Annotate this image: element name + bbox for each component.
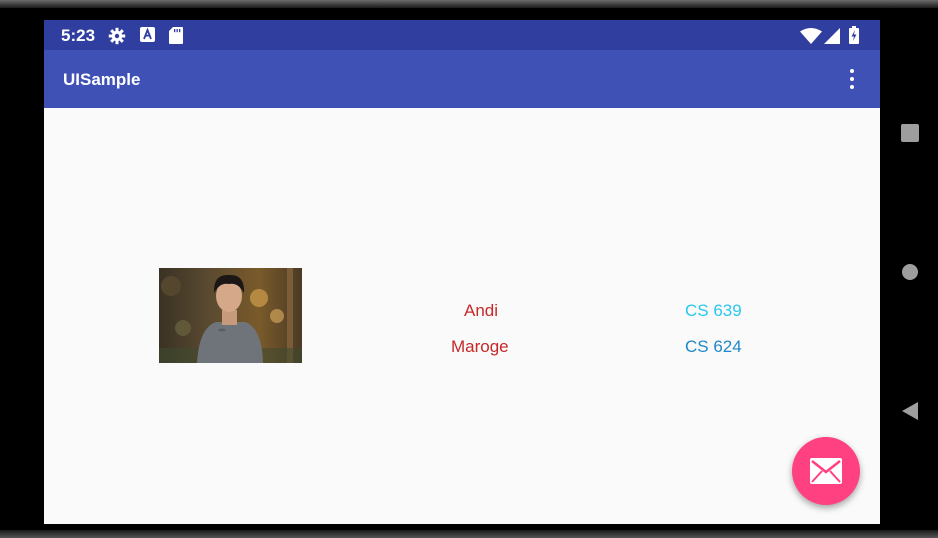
device-bezel-bottom	[0, 530, 938, 538]
settings-icon	[108, 27, 126, 50]
course-text-1: CS 639	[685, 301, 742, 320]
home-icon[interactable]	[900, 262, 920, 287]
signal-icon	[824, 28, 840, 49]
app-title: UISample	[63, 70, 141, 89]
recents-icon[interactable]	[900, 123, 920, 148]
person-photo	[159, 268, 302, 363]
course-text-2: CS 624	[685, 337, 742, 356]
email-fab-button[interactable]	[792, 437, 860, 505]
a-notification-icon	[140, 27, 155, 47]
more-vert-icon[interactable]	[840, 67, 864, 91]
battery-icon	[849, 26, 859, 49]
email-icon	[810, 458, 842, 484]
first-name-text: Andi	[464, 301, 499, 320]
wifi-icon	[800, 28, 822, 49]
status-bar: 5:23	[44, 20, 880, 50]
app-toolbar: UISample	[44, 50, 880, 108]
last-name-text: Maroge	[451, 337, 509, 356]
main-content: Andi Maroge CS 639 CS 624	[44, 108, 880, 524]
back-icon[interactable]	[900, 401, 920, 426]
status-time: 5:23	[61, 26, 96, 45]
sd-card-icon	[169, 27, 183, 49]
device-bezel-top	[0, 0, 938, 8]
device-screen: 5:23 UISample Andi Maroge CS 639 CS 624	[44, 20, 880, 524]
